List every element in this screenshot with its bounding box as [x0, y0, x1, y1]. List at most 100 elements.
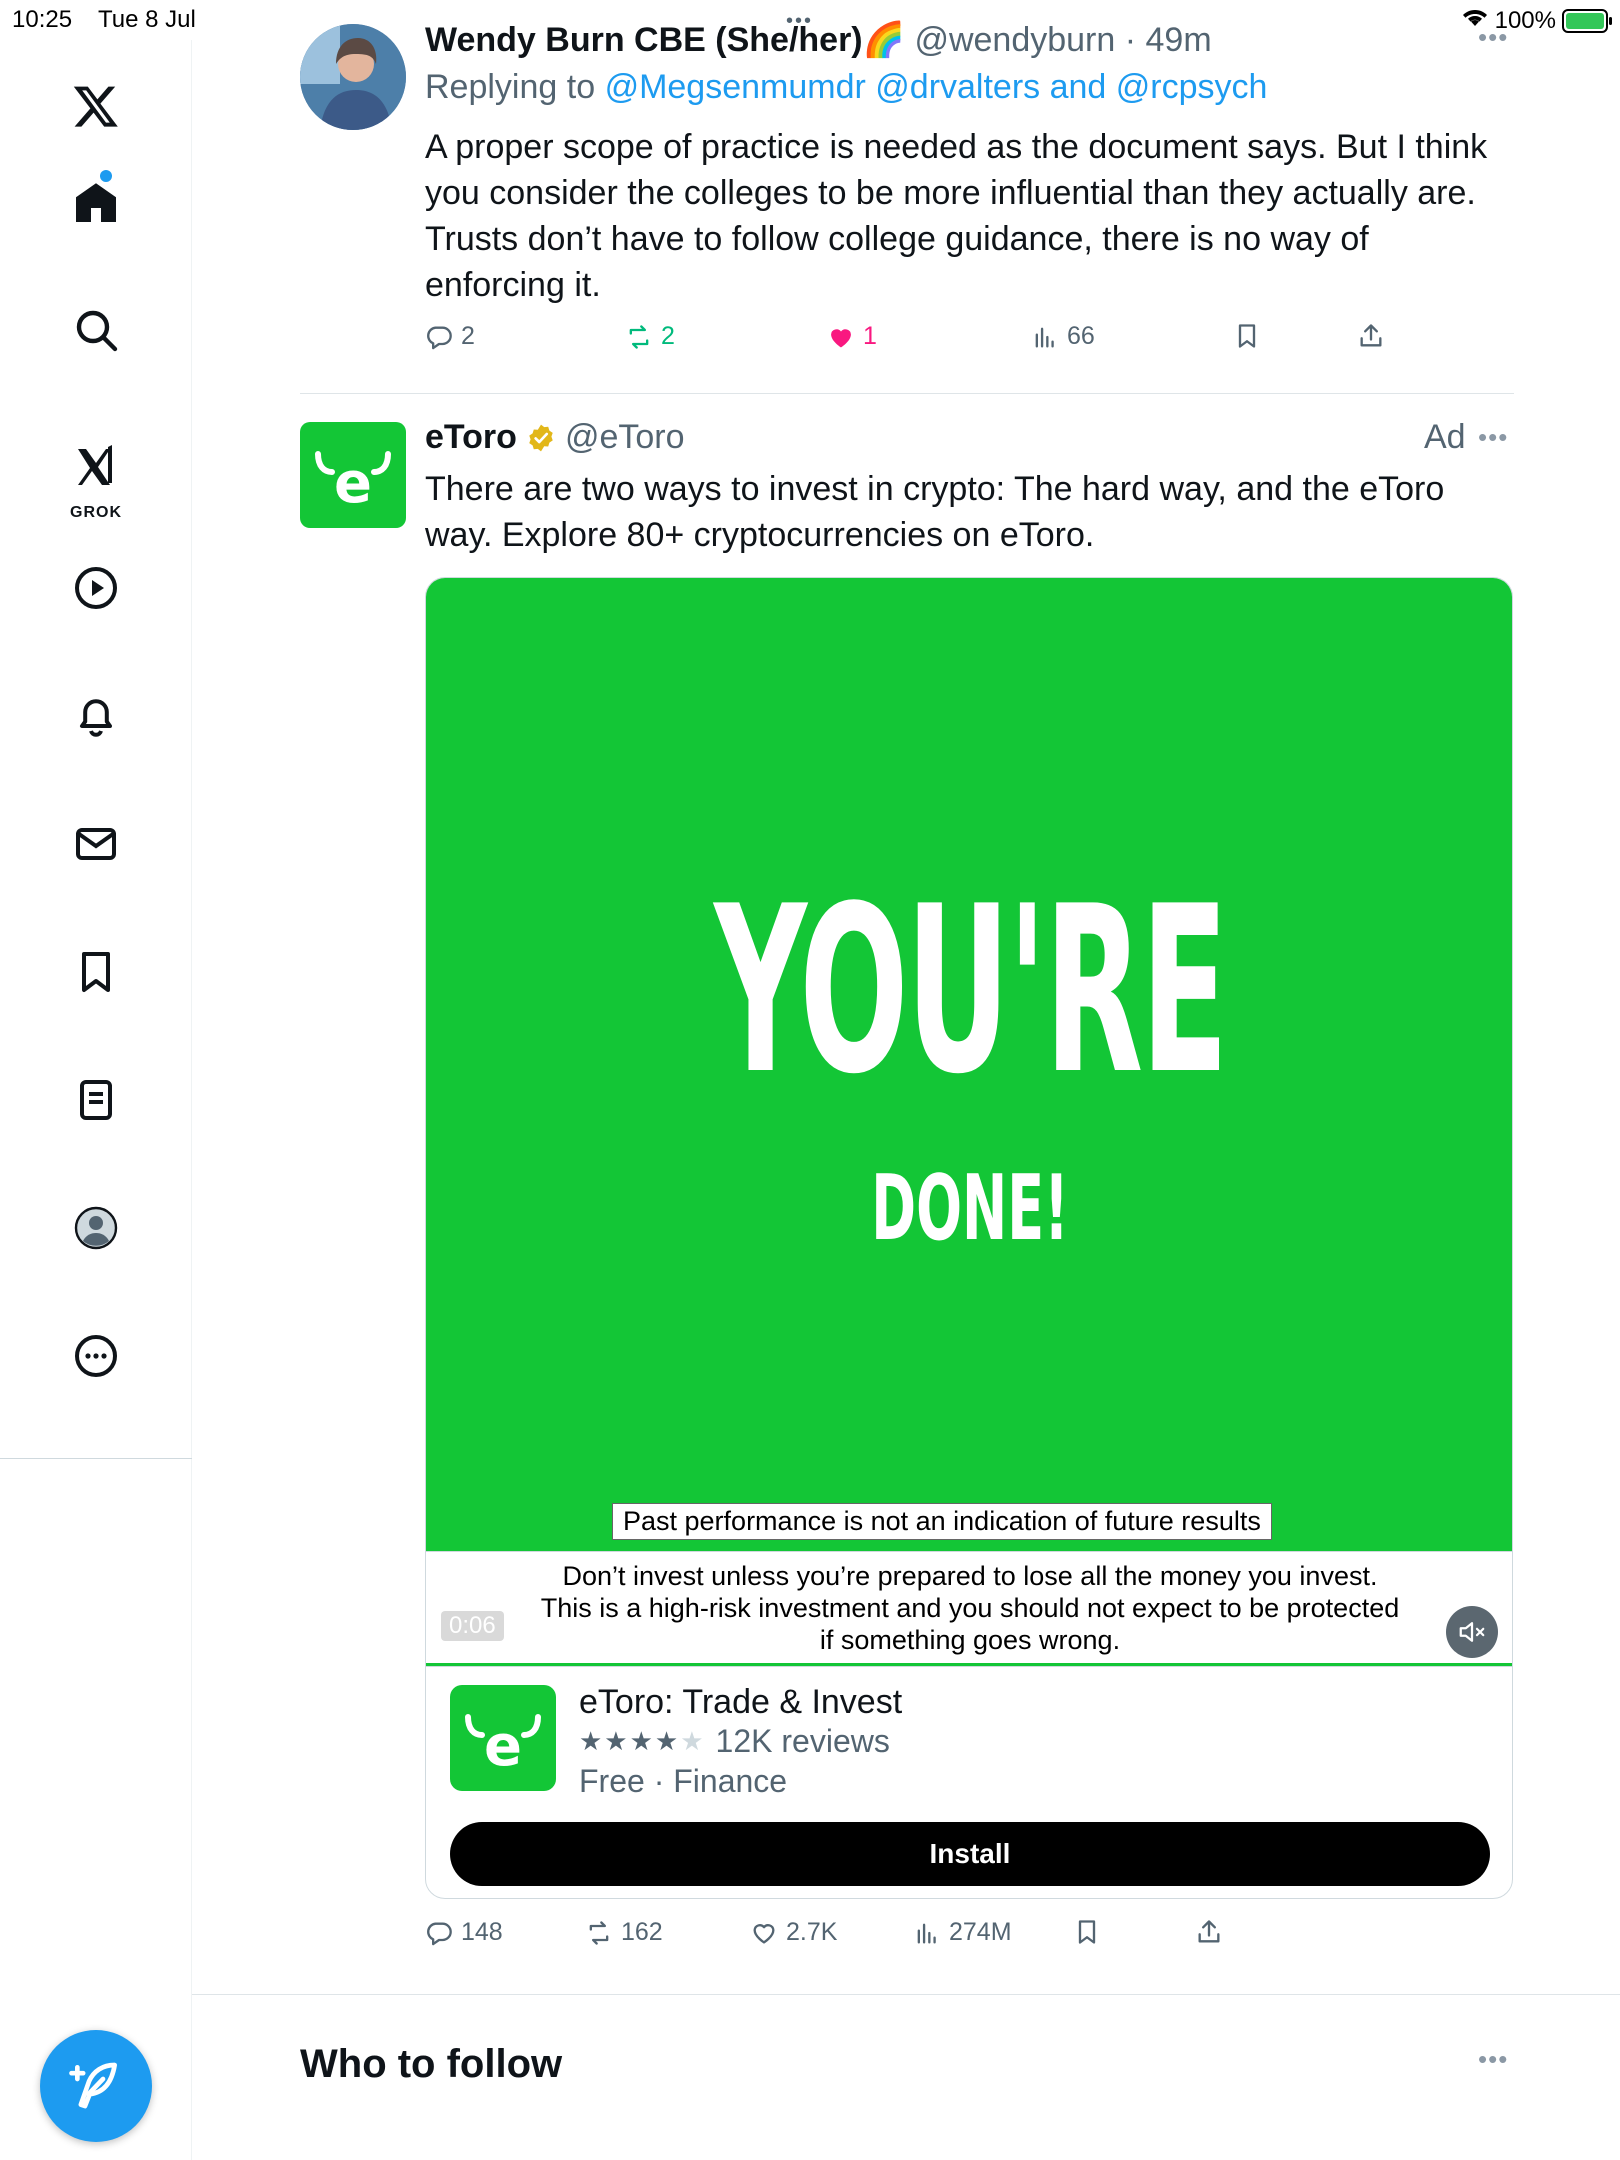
ad-share-button[interactable]: [1195, 1918, 1223, 1946]
ad-repost-button[interactable]: 162: [585, 1918, 663, 1947]
bookmark-button[interactable]: [1233, 322, 1261, 350]
profile-avatar-icon[interactable]: [56, 1188, 136, 1268]
tweet-text: A proper scope of practice is needed as …: [425, 128, 1488, 304]
ad-actions: 148 162 2.7K 274M: [425, 1918, 1225, 1958]
status-time: 10:25: [12, 6, 73, 33]
bookmark-icon: [1078, 1920, 1096, 1944]
ad-repost-count: 162: [621, 1918, 663, 1946]
reply-icon: [427, 1922, 452, 1945]
bookmark-icon: [1238, 324, 1256, 348]
share-icon: [1360, 324, 1382, 347]
video-timestamp: 0:06: [441, 1611, 504, 1641]
replying-to: Replying to @Megsenmumdr @drvalters and …: [425, 68, 1267, 107]
ad-reply-count: 148: [461, 1918, 503, 1946]
share-icon: [1198, 1920, 1220, 1943]
search-icon[interactable]: [56, 290, 136, 370]
disclaimer-line-3: if something goes wrong.: [819, 1625, 1121, 1655]
repost-count: 2: [661, 322, 675, 350]
rainbow-emoji: 🌈: [862, 21, 905, 59]
speaker-muted-icon: [1459, 1622, 1485, 1642]
messages-envelope-icon[interactable]: [56, 804, 136, 884]
repost-icon: [589, 1920, 609, 1945]
app-install-card[interactable]: e eToro: Trade & Invest ★★★★★ 12K review…: [426, 1666, 1512, 1898]
notifications-bell-icon[interactable]: [56, 676, 136, 756]
views-chart-icon: [1035, 327, 1054, 347]
more-options-icon[interactable]: [56, 1316, 136, 1396]
etoro-logo[interactable]: e: [300, 422, 406, 528]
svg-text:e: e: [334, 451, 372, 516]
app-rating: ★★★★★ 12K reviews: [579, 1723, 890, 1760]
reply-button[interactable]: 2: [425, 322, 475, 351]
verified-badge-icon: [529, 424, 553, 451]
app-meta: Free · Finance: [579, 1763, 788, 1799]
compose-post-button[interactable]: [40, 2030, 152, 2142]
etoro-app-icon[interactable]: e: [450, 1685, 556, 1791]
app-name: eToro: Trade & Invest: [579, 1683, 903, 1721]
like-count: 1: [863, 322, 877, 350]
ad-views-button[interactable]: 274M: [913, 1918, 1012, 1947]
x-logo-icon[interactable]: [56, 66, 136, 146]
ad-views-count: 274M: [949, 1918, 1012, 1946]
replying-to-label: Replying to: [425, 68, 596, 106]
ad-like-count: 2.7K: [786, 1918, 838, 1946]
tweet-divider: [300, 393, 1514, 394]
home-icon[interactable]: [56, 162, 136, 242]
tweet-header: Wendy Burn CBE (She/her)🌈 @wendyburn · 4…: [425, 20, 1212, 60]
share-button[interactable]: [1357, 322, 1385, 350]
ad-more-icon[interactable]: •••: [1478, 422, 1508, 453]
wendy-burn-avatar[interactable]: [300, 24, 406, 130]
video-icon[interactable]: [56, 548, 136, 628]
reply-handles-link[interactable]: @Megsenmumdr @drvalters and @rcpsych: [605, 68, 1268, 106]
who-to-follow-more-icon[interactable]: •••: [1478, 2044, 1508, 2075]
ad-media-card: YOU'RE DONE! Past performance is not an …: [425, 577, 1513, 1899]
install-button[interactable]: Install: [450, 1822, 1490, 1886]
section-divider: [192, 1994, 1620, 1995]
ad-text: There are two ways to invest in crypto: …: [425, 470, 1445, 554]
tweet-more-icon[interactable]: •••: [1478, 22, 1508, 53]
lists-icon[interactable]: [56, 1060, 136, 1140]
video-disclaimer: Don’t invest unless you’re prepared to l…: [426, 1551, 1512, 1663]
heart-outline-icon: [753, 1923, 775, 1943]
ad-header: eToro @eToro: [425, 418, 685, 457]
ad-label: Ad: [1424, 418, 1466, 456]
disclaimer-line-2: This is a high-risk investment and you s…: [540, 1593, 1400, 1623]
battery-icon: [1562, 8, 1612, 33]
mute-button[interactable]: [1446, 1606, 1498, 1658]
ad-video[interactable]: YOU'RE DONE! Past performance is not an …: [426, 578, 1512, 1666]
separator-dot: ·: [1115, 21, 1146, 59]
etoro-bull-icon: e: [315, 451, 391, 516]
views-chart-icon: [917, 1923, 936, 1943]
video-caption-past-performance: Past performance is not an indication of…: [612, 1503, 1272, 1540]
video-subline: DONE!: [871, 1156, 1069, 1261]
compose-feather-icon: [69, 2062, 117, 2109]
grok-icon[interactable]: GROK: [56, 422, 136, 532]
tweet-time: 49m: [1145, 21, 1212, 59]
author-name[interactable]: Wendy Burn CBE (She/her): [425, 21, 863, 59]
ad-reply-button[interactable]: 148: [425, 1918, 503, 1947]
repost-button[interactable]: 2: [625, 322, 675, 351]
views-count: 66: [1067, 322, 1095, 350]
grok-label: GROK: [70, 504, 122, 521]
svg-text:e: e: [484, 1714, 522, 1779]
sidebar: GROK: [0, 40, 192, 2160]
repost-icon: [629, 324, 649, 349]
notification-dot: [100, 170, 112, 182]
ad-author-name[interactable]: eToro: [425, 418, 517, 457]
author-handle[interactable]: @wendyburn: [914, 21, 1115, 59]
who-to-follow-title: Who to follow: [300, 2042, 563, 2086]
views-button[interactable]: 66: [1031, 322, 1095, 351]
video-headline: YOU'RE: [714, 858, 1228, 1125]
tweet-actions: 2 2 1 66: [425, 322, 1435, 362]
disclaimer-line-1: Don’t invest unless you’re prepared to l…: [562, 1561, 1378, 1591]
bookmarks-icon[interactable]: [56, 932, 136, 1012]
like-button[interactable]: 1: [827, 322, 877, 351]
ad-handle[interactable]: @eToro: [565, 418, 685, 457]
sidebar-divider: [0, 1458, 192, 1459]
ad-bookmark-button[interactable]: [1073, 1918, 1101, 1946]
ad-like-button[interactable]: 2.7K: [750, 1918, 837, 1947]
heart-filled-icon: [831, 328, 851, 347]
status-date: Tue 8 Jul: [98, 6, 196, 33]
app-reviews: 12K reviews: [715, 1723, 890, 1759]
reply-icon: [427, 326, 452, 349]
reply-count: 2: [461, 322, 475, 350]
